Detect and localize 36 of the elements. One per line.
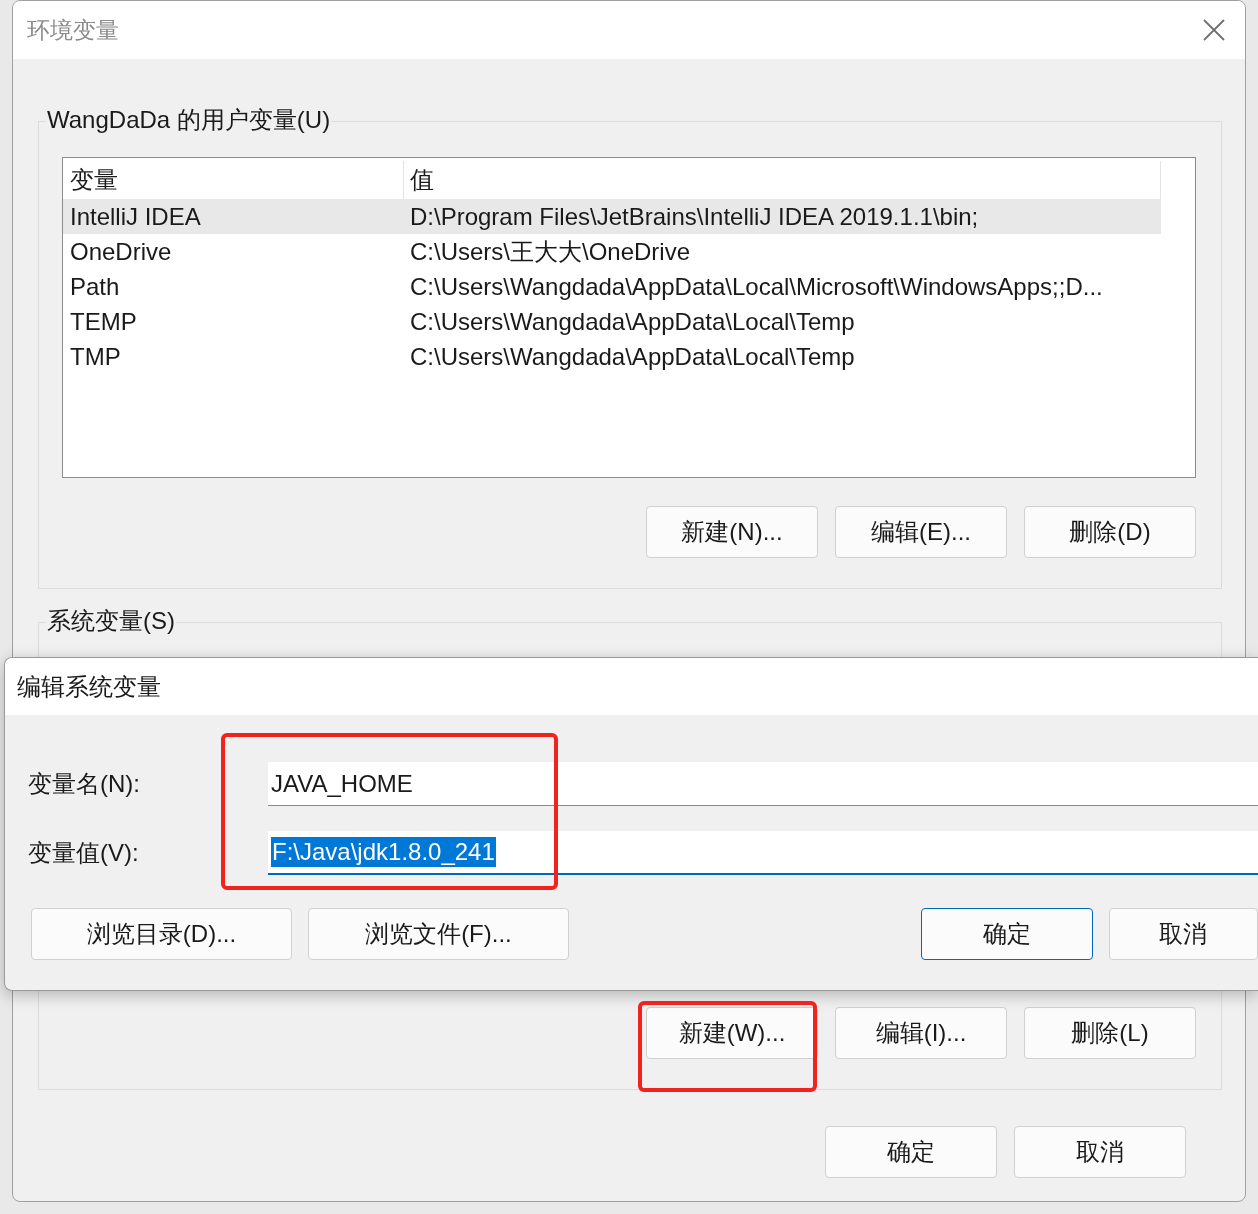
button[interactable]: 浏览文件(F)... (307, 908, 569, 960)
button[interactable]: 删除(L) (1024, 1007, 1196, 1059)
variable-name: TEMP (69, 307, 138, 336)
dialog-title: 编辑系统变量 (17, 671, 161, 702)
button[interactable]: 编辑(I)... (835, 1007, 1007, 1059)
button[interactable]: 新建(W)... (646, 1007, 818, 1059)
variable-name: IntelliJ IDEA (69, 202, 202, 231)
button[interactable]: 取消 (1014, 1126, 1186, 1178)
button[interactable]: 确定 (921, 908, 1094, 960)
input-field[interactable]: JAVA_HOME (268, 762, 1258, 806)
field-label: 变量名(N): (28, 769, 141, 799)
variable-name: OneDrive (69, 237, 173, 266)
button[interactable]: 浏览目录(D)... (31, 908, 292, 960)
button[interactable]: 新建(N)... (646, 506, 818, 558)
button[interactable]: 确定 (825, 1126, 997, 1178)
field-label: 变量值(V): (28, 838, 140, 868)
group-label: WangDaDa 的用户变量(U) (46, 104, 332, 136)
close-icon[interactable] (1203, 19, 1225, 41)
table-row[interactable]: Path C:\Users\Wangdada\AppData\Local\Microsoft\WindowsApps;;D... (63, 269, 1161, 304)
variable-value: C:\Users\Wangdada\AppData\Local\Temp (409, 342, 856, 371)
button[interactable]: 取消 (1109, 908, 1258, 960)
variable-value: C:\Users\Wangdada\AppData\Local\Temp (409, 307, 856, 336)
table-row[interactable]: TEMP C:\Users\Wangdada\AppData\Local\Temp (63, 304, 1161, 339)
table-row[interactable]: OneDrive C:\Users\王大大\OneDrive (63, 234, 1161, 269)
group-label: 系统变量(S) (46, 605, 176, 637)
input-field[interactable]: F:\Java\jdk1.8.0_241 (268, 831, 1258, 875)
variable-value: C:\Users\王大大\OneDrive (409, 236, 692, 267)
window-title: 环境变量 (27, 15, 119, 45)
table-row[interactable]: IntelliJ IDEA D:\Program Files\JetBrains\IntelliJ IDEA 2019.1.1\bin; (63, 199, 1161, 234)
variable-value: D:\Program Files\JetBrains\IntelliJ IDEA 2019.1.1\bin; (409, 202, 980, 231)
variable-value: C:\Users\Wangdada\AppData\Local\Microsoft\WindowsApps;;D... (409, 272, 1104, 301)
variable-name: TMP (69, 342, 122, 371)
variable-name: Path (69, 272, 121, 301)
table-row[interactable]: TMP C:\Users\Wangdada\AppData\Local\Temp (63, 339, 1161, 374)
button[interactable]: 编辑(E)... (835, 506, 1007, 558)
button[interactable]: 删除(D) (1024, 506, 1196, 558)
